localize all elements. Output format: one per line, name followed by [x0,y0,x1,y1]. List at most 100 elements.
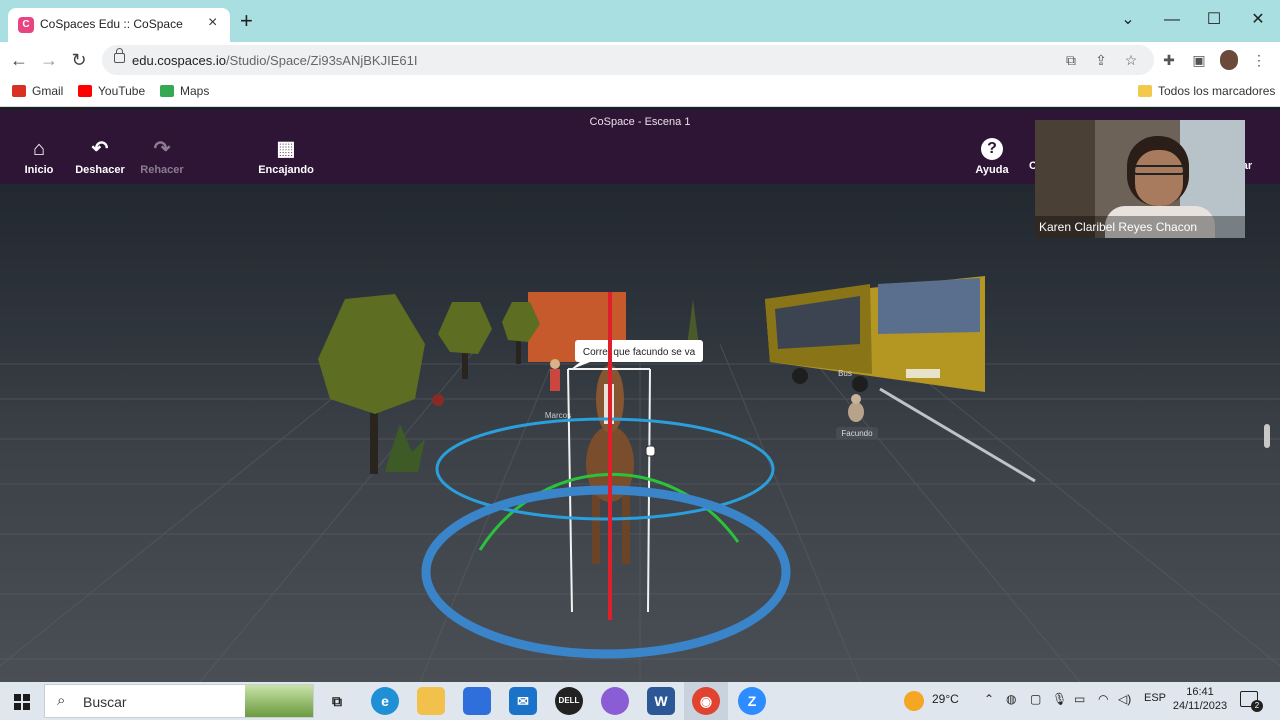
taskbar-search[interactable]: ⌕ Buscar [44,684,314,718]
speech-bubble-text: Corre, que facundo se va [583,347,696,358]
profile-avatar[interactable] [1220,50,1238,70]
close-window-button[interactable]: ✕ [1236,6,1280,34]
close-tab-icon[interactable]: × [208,14,217,32]
minimize-button[interactable]: — [1150,6,1194,34]
forward-arrow-icon[interactable]: → [38,49,60,71]
show-hidden-icons[interactable]: ⌃ [984,692,994,706]
store-icon[interactable] [463,687,491,715]
tab-title: CoSpaces Edu :: CoSpace [40,17,183,31]
marcos-label: Marcos [545,411,571,420]
search-icon: ⌕ [57,692,66,709]
translate-icon[interactable]: ⧉ [1062,51,1080,69]
reload-icon[interactable]: ↻ [68,49,90,71]
video-call-tile[interactable]: Karen Claribel Reyes Chacon [1035,120,1245,238]
task-view-icon[interactable]: ⧉ [323,687,351,715]
scene-viewport[interactable]: Bus Facundo Marcos Corre, que facundo se… [0,184,1280,682]
participant-face [1135,150,1183,206]
home-button[interactable]: ⌂ Inicio [22,138,56,176]
browser-tab-active[interactable]: C CoSpaces Edu :: CoSpace × [8,8,230,42]
address-bar[interactable]: edu.cospaces.io/Studio/Space/Zi93sANjBKJ… [102,45,1154,75]
volume-icon[interactable]: ◁) [1118,692,1131,706]
facundo-label: Facundo [841,429,873,438]
dog-facundo[interactable] [848,394,864,422]
road-line [879,387,1036,483]
url-text[interactable]: edu.cospaces.io/Studio/Space/Zi93sANjBKJ… [132,53,417,68]
mail-icon[interactable]: ✉ [509,687,537,715]
floor-grid [0,343,1280,682]
windows-start-icon[interactable] [14,694,30,710]
side-panel-icon[interactable]: ▣ [1190,51,1208,69]
chrome-menu-icon[interactable]: ⋮ [1250,51,1268,69]
home-label: Inicio [24,164,54,176]
share-icon[interactable]: ⇪ [1092,51,1110,69]
edge-icon[interactable]: e [371,687,399,715]
weather-icon[interactable] [904,691,924,711]
bus-label: Bus [838,369,852,378]
youtube-icon [78,85,92,97]
redo-icon: ↷ [153,138,171,160]
undo-icon: ↶ [91,138,109,160]
new-tab-button[interactable]: + [240,10,253,32]
meet-now-icon[interactable]: ▢ [1030,692,1041,706]
redo-label: Rehacer [140,164,184,176]
all-bookmarks-label: Todos los marcadores [1158,84,1276,98]
move-gizmo-ring[interactable] [421,485,791,659]
snap-label: Encajando [258,164,314,176]
help-label: Ayuda [975,164,1009,176]
bookmark-label: Maps [180,84,210,98]
all-bookmarks-folder[interactable]: Todos los marcadores [1138,84,1275,98]
tree-medium[interactable] [438,302,492,379]
wifi-icon[interactable]: ◠ [1098,692,1108,706]
extensions-puzzle-icon[interactable]: ✚ [1160,51,1178,69]
language-indicator[interactable]: ESP [1144,692,1166,704]
tab-search-icon[interactable]: ⌄ [1106,6,1150,34]
grid-icon: ▦ [276,138,296,160]
maximize-button[interactable]: ☐ [1192,6,1236,34]
flowers[interactable] [432,394,444,406]
microphone-icon[interactable]: 🎙 [1052,692,1067,706]
bookmark-label: Gmail [32,84,64,98]
cospaces-favicon-icon: C [18,17,34,33]
help-icon: ? [981,138,1003,160]
notifications-icon[interactable]: 2 [1240,691,1263,712]
chrome-icon[interactable]: ◉ [692,687,720,715]
word-icon[interactable]: W [647,687,675,715]
search-placeholder: Buscar [83,694,127,710]
snap-grid-button[interactable]: ▦ Encajando [258,138,314,176]
clock[interactable]: 16:41 24/11/2023 [1172,686,1228,712]
search-highlight-image [245,685,313,717]
weather-temp[interactable]: 29°C [932,692,959,706]
battery-icon[interactable]: ▭ [1074,692,1085,706]
folder-icon [1138,85,1152,97]
participant-glasses [1133,165,1185,175]
clock-time: 16:41 [1186,686,1214,698]
bookmark-maps[interactable]: Maps [160,84,209,98]
bookmark-star-icon[interactable]: ☆ [1122,51,1140,69]
bookmarks-bar: Gmail YouTube Maps Todos los marcadores [0,78,1280,107]
bookmark-youtube[interactable]: YouTube [78,84,145,98]
help-button[interactable]: ? Ayuda [974,138,1010,176]
back-arrow-icon[interactable]: ← [8,49,30,71]
scene-canvas[interactable]: Bus Facundo Marcos Corre, que facundo se… [0,184,1280,682]
bus[interactable] [765,276,985,392]
character-marcos[interactable] [550,359,560,391]
lock-icon[interactable] [114,48,125,63]
url-path: /Studio/Space/Zi93sANjBKJIE61I [225,53,418,68]
windows-taskbar: ⌕ Buscar ⧉ e ✉ DELL W ◉ Z 29°C ⌃ ◍ ▢ 🎙 ▭… [0,682,1280,720]
dell-icon[interactable]: DELL [555,687,583,715]
tree-large[interactable] [318,294,425,474]
maps-icon [160,85,174,97]
file-explorer-icon[interactable] [417,687,445,715]
browser-tab-strip: C CoSpaces Edu :: CoSpace × + ⌄ — ☐ ✕ [0,0,1280,42]
bookmark-gmail[interactable]: Gmail [12,84,63,98]
undo-button[interactable]: ↶ Deshacer [74,138,126,176]
speech-bubble[interactable]: Corre, que facundo se va [570,340,703,370]
network-icon[interactable]: ◍ [1006,692,1016,706]
redo-button[interactable]: ↷ Rehacer [140,138,184,176]
notification-count: 2 [1251,700,1263,712]
browser-toolbar: ← → ↻ edu.cospaces.io/Studio/Space/Zi93s… [0,42,1280,78]
clock-date: 24/11/2023 [1172,700,1228,712]
copilot-icon[interactable] [601,687,629,715]
zoom-icon[interactable]: Z [738,687,766,715]
scene-scrollbar[interactable] [1264,424,1270,448]
